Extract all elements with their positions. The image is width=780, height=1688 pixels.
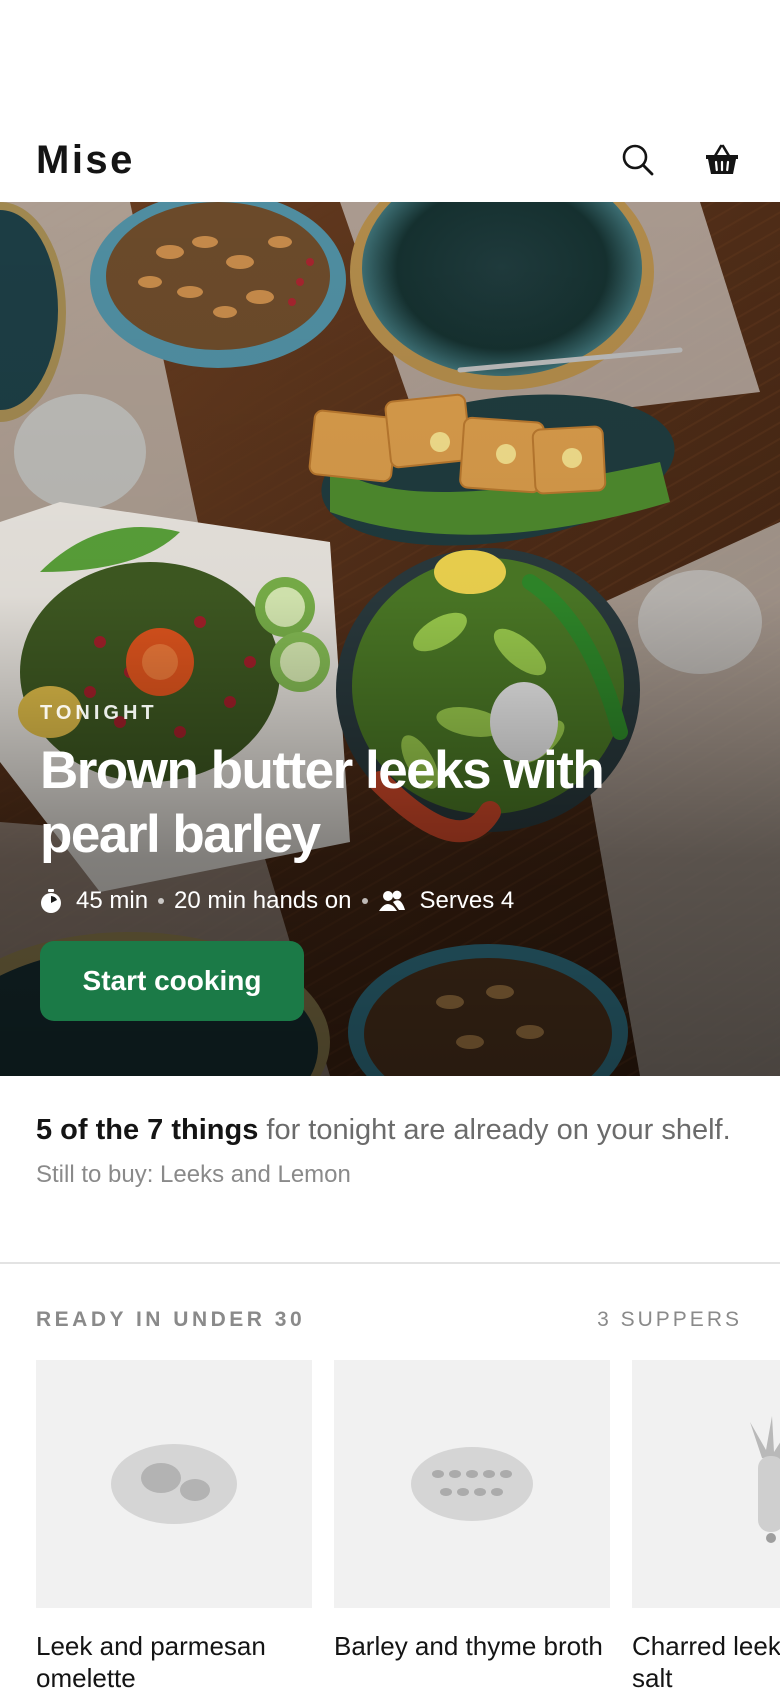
- recipe-thumbnail: [632, 1360, 780, 1608]
- app-logo[interactable]: Mise: [36, 138, 135, 183]
- timer-icon: [40, 889, 62, 913]
- meta-separator: [158, 898, 165, 904]
- start-cooking-button[interactable]: Start cooking: [40, 941, 304, 1021]
- recipe-card[interactable]: Charred leeks with sea salt: [632, 1360, 780, 1688]
- hero-content: TONIGHT Brown butter leeks with pearl ba…: [40, 702, 740, 1021]
- status-bar-area: [0, 0, 780, 118]
- basket-button[interactable]: [700, 138, 744, 182]
- recipe-meta: 45 min 20 min hands on Serves 4: [40, 887, 740, 915]
- recipe-card-title: Leek and parmesan omelette: [36, 1631, 266, 1688]
- leek-icon: [750, 1416, 780, 1543]
- people-icon: [378, 890, 406, 912]
- recipe-thumbnail: [334, 1360, 610, 1608]
- hero-recipe-title[interactable]: Brown butter leeks with pearl barley: [40, 739, 680, 867]
- app-header: Mise: [0, 118, 780, 202]
- section-header: READY IN UNDER 30 3 SUPPERS: [0, 1264, 780, 1332]
- recipe-card-title: Charred leeks with sea salt: [632, 1631, 780, 1688]
- pantry-summary: 5 of the 7 things for tonight are alread…: [0, 1076, 780, 1264]
- recipe-card[interactable]: Leek and parmesan omelette: [36, 1360, 312, 1688]
- total-time: 45 min: [76, 887, 149, 914]
- search-icon: [622, 144, 654, 176]
- recipe-thumbnail: [36, 1360, 312, 1608]
- recipe-card[interactable]: Barley and thyme broth: [334, 1360, 610, 1688]
- hero-eyebrow: TONIGHT: [40, 702, 158, 724]
- recipe-card-title: Barley and thyme broth: [334, 1631, 603, 1661]
- tonight-hero[interactable]: TONIGHT Brown butter leeks with pearl ba…: [0, 202, 780, 1076]
- broth-icon: [411, 1447, 533, 1521]
- quick-suppers-section: READY IN UNDER 30 3 SUPPERS Leek and par…: [0, 1264, 780, 1688]
- meta-separator: [361, 898, 368, 904]
- hands-on-time: 20 min hands on: [174, 887, 352, 914]
- pantry-highlight: 5 of the 7 things: [36, 1114, 259, 1146]
- serves: Serves 4: [419, 887, 515, 914]
- pantry-status: 5 of the 7 things for tonight are alread…: [36, 1109, 744, 1151]
- section-count[interactable]: 3 SUPPERS: [597, 1308, 742, 1332]
- search-button[interactable]: [616, 138, 660, 182]
- section-title: READY IN UNDER 30: [36, 1308, 306, 1331]
- still-to-buy[interactable]: Still to buy: Leeks and Lemon: [36, 1161, 744, 1189]
- omelette-icon: [111, 1444, 237, 1524]
- recipe-carousel[interactable]: Leek and parmesan omelette Barley and th…: [36, 1360, 780, 1688]
- pantry-status-rest: for tonight are already on your shelf.: [258, 1114, 731, 1146]
- basket-icon: [706, 144, 738, 174]
- header-actions: [616, 138, 744, 182]
